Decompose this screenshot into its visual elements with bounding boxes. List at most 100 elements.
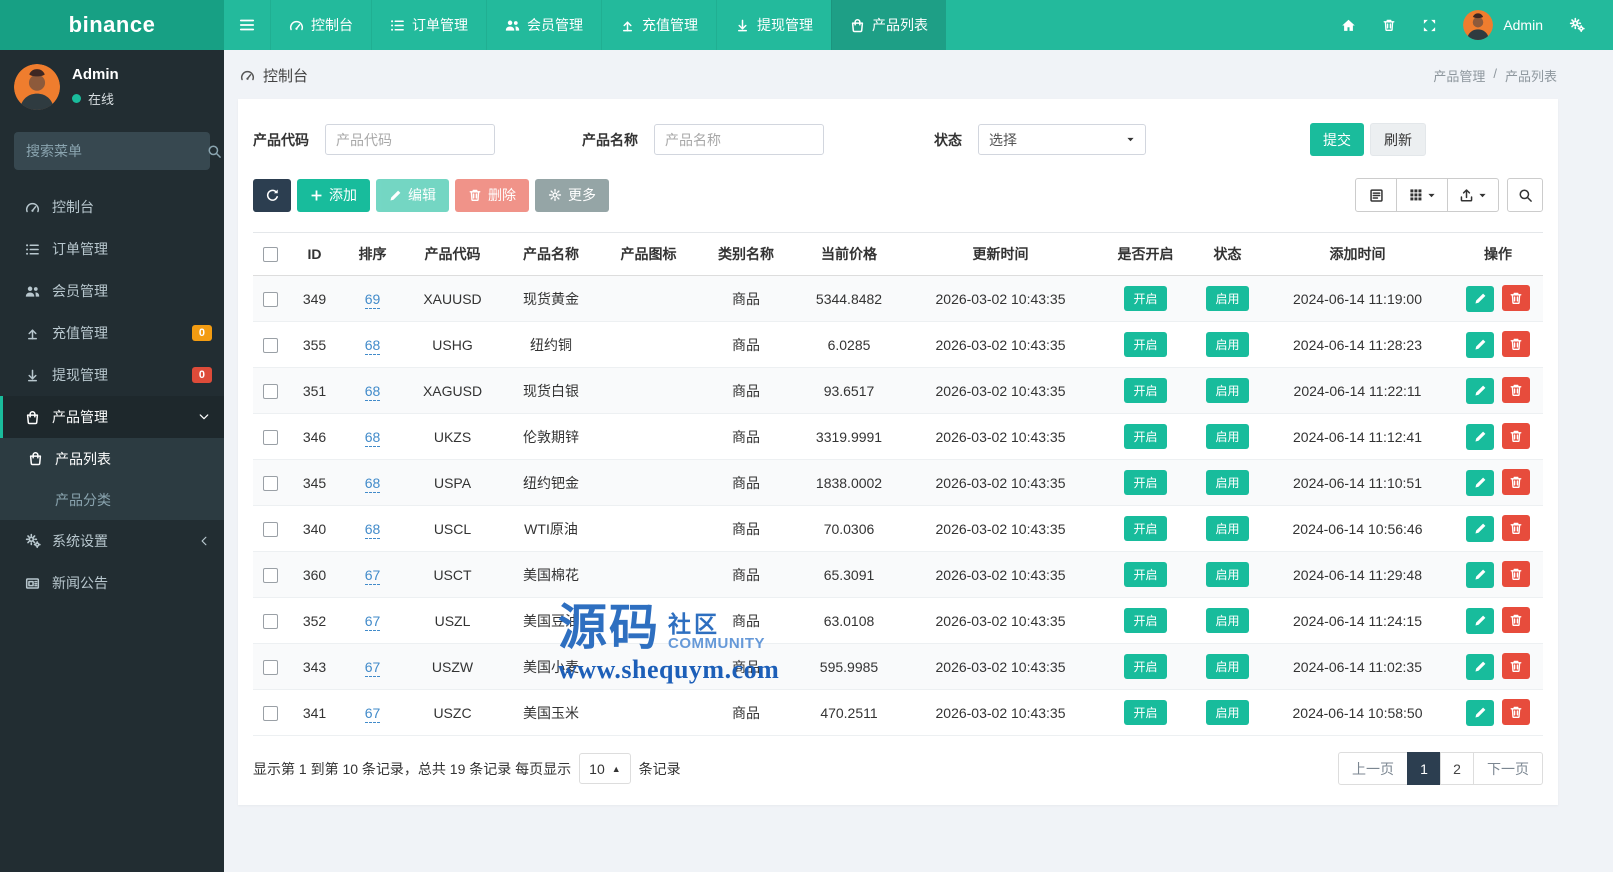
col-id[interactable]: ID [287, 232, 342, 276]
open-badge[interactable]: 开启 [1124, 332, 1167, 357]
select-all-checkbox[interactable] [262, 247, 278, 263]
page-1-button[interactable]: 1 [1407, 752, 1441, 785]
sidebar-item-product-list[interactable]: 产品列表 [0, 438, 224, 479]
reload-button[interactable] [253, 178, 291, 212]
row-edit-button[interactable] [1466, 285, 1495, 312]
status-badge[interactable]: 启用 [1206, 700, 1249, 725]
row-delete-button[interactable] [1501, 515, 1530, 542]
col-sort[interactable]: 排序 [342, 232, 403, 276]
refresh-button[interactable]: 刷新 [1370, 123, 1426, 156]
topnav-product-list[interactable]: 产品列表 [831, 0, 946, 50]
status-badge[interactable]: 启用 [1206, 332, 1249, 357]
col-name[interactable]: 产品名称 [502, 232, 600, 276]
row-edit-button[interactable] [1466, 331, 1495, 358]
row-edit-button[interactable] [1466, 699, 1495, 726]
sort-link[interactable]: 69 [364, 290, 381, 309]
open-badge[interactable]: 开启 [1124, 608, 1167, 633]
edit-button-disabled[interactable]: 编辑 [376, 178, 449, 212]
export-button[interactable] [1447, 178, 1499, 212]
sort-link[interactable]: 68 [364, 520, 381, 539]
row-edit-button[interactable] [1466, 607, 1495, 634]
row-delete-button[interactable] [1501, 423, 1530, 450]
open-badge[interactable]: 开启 [1124, 286, 1167, 311]
sort-link[interactable]: 68 [364, 336, 381, 355]
col-code[interactable]: 产品代码 [403, 232, 502, 276]
prev-page-button[interactable]: 上一页 [1338, 752, 1408, 785]
sidebar-item-products[interactable]: 产品管理 [0, 396, 224, 438]
row-checkbox[interactable] [262, 705, 278, 721]
col-added[interactable]: 添加时间 [1262, 232, 1453, 276]
row-checkbox[interactable] [262, 337, 278, 353]
row-delete-button[interactable] [1501, 699, 1530, 726]
sort-link[interactable]: 67 [364, 612, 381, 631]
next-page-button[interactable]: 下一页 [1473, 752, 1543, 785]
sort-link[interactable]: 68 [364, 382, 381, 401]
col-icon[interactable]: 产品图标 [600, 232, 697, 276]
columns-button[interactable] [1396, 178, 1448, 212]
search-icon[interactable] [207, 144, 222, 159]
open-badge[interactable]: 开启 [1124, 700, 1167, 725]
topnav-dashboard[interactable]: 控制台 [270, 0, 371, 50]
row-delete-button[interactable] [1501, 653, 1530, 680]
open-badge[interactable]: 开启 [1124, 516, 1167, 541]
sort-link[interactable]: 68 [364, 428, 381, 447]
row-edit-button[interactable] [1466, 377, 1495, 404]
row-delete-button[interactable] [1501, 469, 1530, 496]
status-badge[interactable]: 启用 [1206, 654, 1249, 679]
status-badge[interactable]: 启用 [1206, 516, 1249, 541]
status-select[interactable]: 选择 [978, 124, 1146, 155]
topnav-members[interactable]: 会员管理 [486, 0, 601, 50]
col-updated[interactable]: 更新时间 [903, 232, 1098, 276]
detail-view-button[interactable] [1355, 178, 1397, 212]
row-checkbox[interactable] [262, 659, 278, 675]
home-icon[interactable] [1341, 18, 1356, 33]
row-edit-button[interactable] [1466, 515, 1495, 542]
sidebar-item-members[interactable]: 会员管理 [0, 270, 224, 312]
sidebar-item-withdrawals[interactable]: 提现管理 0 [0, 354, 224, 396]
open-badge[interactable]: 开启 [1124, 654, 1167, 679]
sidebar-item-settings[interactable]: 系统设置 [0, 520, 224, 562]
submit-button[interactable]: 提交 [1310, 123, 1364, 156]
user-menu[interactable]: Admin [1463, 10, 1543, 40]
expand-icon[interactable] [1422, 18, 1437, 33]
col-category[interactable]: 类别名称 [697, 232, 795, 276]
col-status[interactable]: 状态 [1193, 232, 1262, 276]
row-checkbox[interactable] [262, 475, 278, 491]
brand-logo[interactable]: binance [0, 0, 224, 50]
row-edit-button[interactable] [1466, 469, 1495, 496]
sidebar-search-input[interactable] [26, 143, 207, 159]
sort-link[interactable]: 67 [364, 566, 381, 585]
row-checkbox[interactable] [262, 567, 278, 583]
status-badge[interactable]: 启用 [1206, 378, 1249, 403]
sidebar-toggle-button[interactable] [224, 0, 270, 50]
row-checkbox[interactable] [262, 291, 278, 307]
add-button[interactable]: 添加 [297, 178, 370, 212]
topnav-orders[interactable]: 订单管理 [371, 0, 486, 50]
product-name-input[interactable] [654, 124, 824, 155]
page-2-button[interactable]: 2 [1440, 752, 1474, 785]
breadcrumb-section[interactable]: 产品管理 [1433, 66, 1485, 85]
more-button[interactable]: 更多 [535, 178, 609, 212]
row-delete-button[interactable] [1501, 607, 1530, 634]
delete-button-disabled[interactable]: 删除 [455, 178, 529, 212]
sort-link[interactable]: 68 [364, 474, 381, 493]
page-size-select[interactable]: 10 ▲ [579, 753, 631, 784]
sort-link[interactable]: 67 [364, 658, 381, 677]
status-badge[interactable]: 启用 [1206, 424, 1249, 449]
status-badge[interactable]: 启用 [1206, 608, 1249, 633]
row-edit-button[interactable] [1466, 561, 1495, 588]
sort-link[interactable]: 67 [364, 704, 381, 723]
open-badge[interactable]: 开启 [1124, 378, 1167, 403]
sidebar-item-news[interactable]: 新闻公告 [0, 562, 224, 604]
product-code-input[interactable] [325, 124, 495, 155]
status-badge[interactable]: 启用 [1206, 470, 1249, 495]
sidebar-item-orders[interactable]: 订单管理 [0, 228, 224, 270]
row-delete-button[interactable] [1501, 285, 1530, 312]
row-edit-button[interactable] [1466, 423, 1495, 450]
row-delete-button[interactable] [1501, 561, 1530, 588]
topnav-withdrawals[interactable]: 提现管理 [716, 0, 831, 50]
row-delete-button[interactable] [1501, 377, 1530, 404]
status-badge[interactable]: 启用 [1206, 562, 1249, 587]
topnav-deposits[interactable]: 充值管理 [601, 0, 716, 50]
row-checkbox[interactable] [262, 613, 278, 629]
